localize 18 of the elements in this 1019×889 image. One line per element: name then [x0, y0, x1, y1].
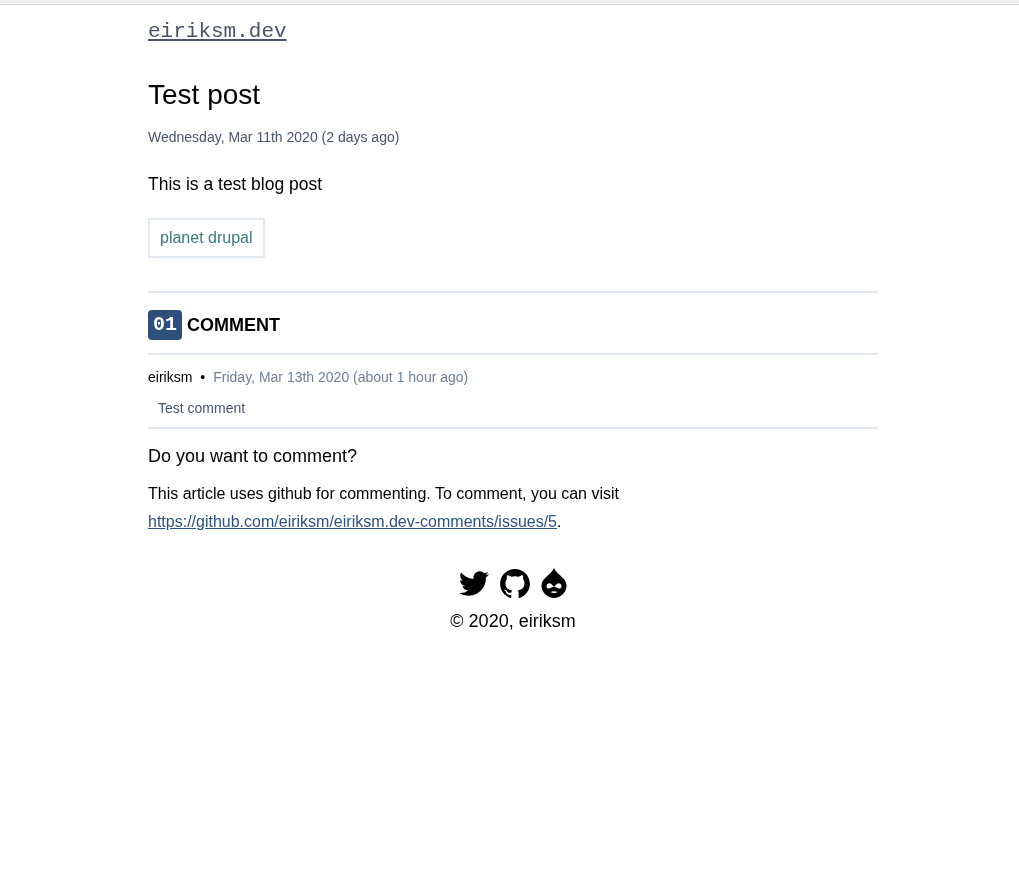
cat-icon[interactable] — [500, 568, 530, 598]
comment-prompt-heading: Do you want to comment? — [148, 445, 358, 468]
comment-instructions: This article uses github for commenting. To comment, you can visit https://github.com/eiriksm/eiriksm.dev-comments/issues/5. — [148, 484, 620, 532]
comment-count-badge: 01 — [148, 310, 182, 340]
comment-text: Test comment — [158, 399, 246, 418]
post-body: This is a test blog post — [148, 173, 323, 196]
comment-date: Friday, Mar 13th 2020 (about 1 hour ago) — [213, 368, 469, 387]
comment-author: eiriksm — [148, 368, 193, 387]
site-logo-link[interactable]: eiriksm.dev — [148, 20, 287, 43]
drop-icon[interactable] — [541, 568, 567, 598]
bird-icon[interactable] — [459, 570, 489, 596]
issue-link[interactable]: https://github.com/eiriksm/eiriksm.dev-comments/issues/5 — [148, 513, 557, 530]
comments-heading: COMMENT — [187, 314, 280, 337]
post-date: Wednesday, Mar 11th 2020 (2 days ago) — [148, 128, 400, 147]
bullet-separator: • — [200, 368, 206, 387]
copyright-text: © 2020, eiriksm — [450, 610, 576, 633]
tag-link[interactable]: planet drupal — [148, 218, 265, 258]
post-title: Test post — [148, 78, 261, 112]
